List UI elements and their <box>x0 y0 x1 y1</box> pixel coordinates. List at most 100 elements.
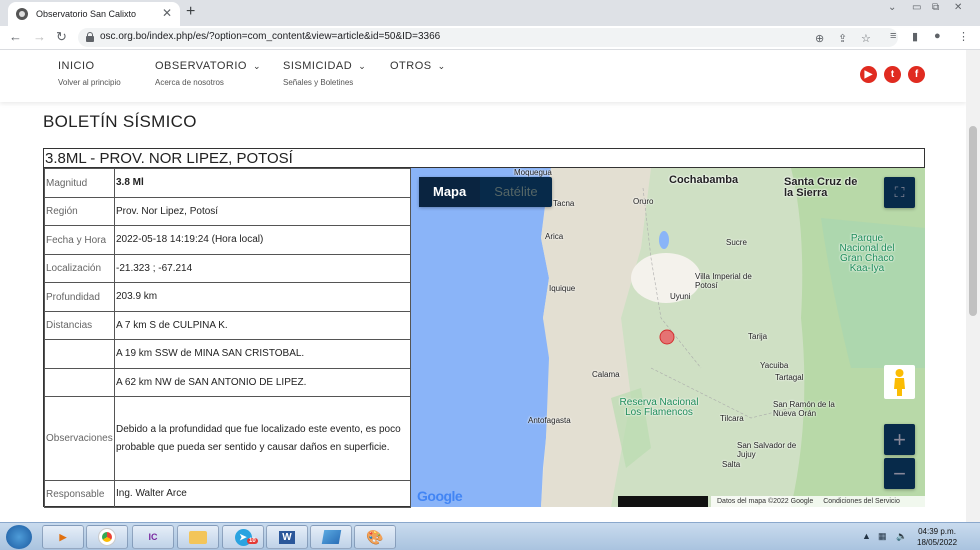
forward-icon[interactable]: → <box>33 29 46 44</box>
pegman-icon[interactable] <box>884 365 915 399</box>
app-icon[interactable] <box>310 525 352 549</box>
map-label: Calama <box>592 370 620 379</box>
satellite-type-button[interactable]: Satélite <box>480 177 551 207</box>
notification-badge: 10 <box>247 538 258 544</box>
map-label: Moquegua <box>514 168 552 177</box>
table-row: Profundidad 203.9 km <box>44 282 411 312</box>
row-key: Fecha y Hora <box>44 225 115 255</box>
map-label: Tacna <box>553 199 575 208</box>
row-value: Prov. Nor Lipez, Potosí <box>114 197 411 226</box>
map-terms-link[interactable]: Condiciones del Servicio <box>823 498 900 505</box>
zoom-out-button[interactable]: − <box>884 458 915 489</box>
scrollbar-thumb[interactable] <box>969 126 977 316</box>
reading-list-icon[interactable]: ≡ <box>890 30 896 42</box>
lock-icon <box>86 32 94 42</box>
tray-expand-icon[interactable]: ▲ <box>862 531 871 541</box>
close-tab-icon[interactable]: ✕ <box>162 6 172 20</box>
map-label: Uyuni <box>670 292 691 301</box>
nav-item-sismicidad[interactable]: SISMICIDAD ⌄ Señales y Boletines <box>283 60 366 87</box>
tab-search-icon[interactable]: ⌄ <box>888 2 896 13</box>
volume-icon[interactable]: 🔈 <box>896 531 907 542</box>
chevron-down-icon: ⌄ <box>358 61 367 71</box>
row-key <box>44 339 115 369</box>
minimize-icon[interactable]: ▭ <box>912 2 921 13</box>
url-input[interactable]: osc.org.bo/index.php/es/?option=com_cont… <box>78 28 898 47</box>
zoom-icon[interactable]: ⊕ <box>815 32 824 45</box>
row-value: A 7 km S de CULPINA K. <box>114 311 411 340</box>
row-value: Debido a la profundidad que fue localiza… <box>114 396 411 481</box>
table-row: Distancias A 7 km S de CULPINA K. <box>44 311 411 340</box>
map-type-control: Mapa Satélite <box>419 177 552 207</box>
chevron-down-icon: ⌄ <box>253 61 262 71</box>
map-label: San Ramón de la Nueva Orán <box>773 400 835 418</box>
chevron-down-icon: ⌄ <box>437 61 446 71</box>
word-icon-label: W <box>279 530 295 544</box>
map-label: Iquique <box>549 284 576 293</box>
close-window-icon[interactable]: ✕ <box>954 2 962 13</box>
map-label: Reserva Nacional Los Flamencos <box>619 397 699 418</box>
nav-item-subtitle: Volver al principio <box>58 78 121 87</box>
youtube-icon[interactable]: ▶ <box>860 66 877 83</box>
address-bar: ← → ↻ osc.org.bo/index.php/es/?option=co… <box>0 26 980 50</box>
media-player-icon[interactable]: ▶ <box>42 525 84 549</box>
telegram-icon[interactable]: ➤ 10 <box>222 525 264 549</box>
map-type-button[interactable]: Mapa <box>419 177 481 207</box>
system-clock[interactable]: 04:39 p.m. 18/05/2022 <box>917 526 957 548</box>
map-label: San Salvador de Jujuy <box>737 441 797 459</box>
site-favicon-icon <box>16 8 28 20</box>
table-row: Localización -21.323 ; -67.214 <box>44 254 411 283</box>
map-view[interactable]: Moquegua Cochabamba Santa Cruz de la Sie… <box>411 168 925 507</box>
salt-flat <box>631 253 701 303</box>
nav-item-observatorio[interactable]: OBSERVATORIO ⌄ Acerca de nosotros <box>155 60 261 87</box>
browser-tab-bar: Observatorio San Calixto ✕ + ⌄ ▭ ⧉ ✕ <box>0 0 980 26</box>
start-button[interactable] <box>6 525 32 549</box>
bookmark-star-icon[interactable]: ☆ <box>861 32 871 45</box>
profile-icon[interactable]: ● <box>934 30 941 42</box>
facebook-icon[interactable]: f <box>908 66 925 83</box>
fullscreen-icon[interactable]: ⛶ <box>884 177 915 208</box>
paint-icon[interactable]: 🎨 <box>354 525 396 549</box>
restore-icon[interactable]: ⧉ <box>932 2 939 13</box>
row-value: A 19 km SSW de MINA SAN CRISTOBAL. <box>114 339 411 369</box>
nav-item-label: INICIO <box>58 60 95 72</box>
url-text: osc.org.bo/index.php/es/?option=com_cont… <box>100 31 441 42</box>
side-panel-icon[interactable]: ▮ <box>912 30 918 43</box>
nav-item-label: OBSERVATORIO <box>155 60 247 72</box>
page-scrollbar[interactable] <box>966 50 980 522</box>
back-icon[interactable]: ← <box>9 29 22 44</box>
nav-item-subtitle: Acerca de nosotros <box>155 78 224 87</box>
menu-kebab-icon[interactable]: ⋮ <box>958 30 969 43</box>
word-icon[interactable]: W <box>266 525 308 549</box>
nav-item-otros[interactable]: OTROS ⌄ <box>390 60 446 72</box>
row-value: 203.9 km <box>114 282 411 312</box>
zoom-in-button[interactable]: + <box>884 424 915 455</box>
bulletin-heading: 3.8ML - PROV. NOR LIPEZ, POTOSÍ <box>44 149 924 168</box>
nav-item-inicio[interactable]: INICIO Volver al principio <box>58 60 121 87</box>
row-value: 3.8 Ml <box>114 168 411 198</box>
table-row: Responsable Ing. Walter Arce <box>44 480 411 508</box>
page-title: BOLETÍN SÍSMICO <box>43 112 197 131</box>
network-icon[interactable]: ▦ <box>878 531 887 542</box>
new-tab-icon[interactable]: + <box>186 3 195 21</box>
row-key: Localización <box>44 254 115 283</box>
tab-title: Observatorio San Calixto <box>36 9 137 19</box>
file-explorer-icon[interactable] <box>177 525 219 549</box>
page-viewport: INICIO Volver al principio OBSERVATORIO ⌄… <box>0 50 966 522</box>
row-key <box>44 368 115 397</box>
map-label: Antofagasta <box>528 416 571 425</box>
twitter-icon[interactable]: t <box>884 66 901 83</box>
chrome-icon[interactable] <box>86 525 128 549</box>
row-key: Región <box>44 197 115 226</box>
reload-icon[interactable]: ↻ <box>56 29 67 45</box>
map-label: Tartagal <box>775 373 804 382</box>
table-row: Región Prov. Nor Lipez, Potosí <box>44 197 411 226</box>
clock-time: 04:39 p.m. <box>918 527 956 536</box>
browser-tab[interactable]: Observatorio San Calixto ✕ <box>8 2 180 26</box>
map-label: Cochabamba <box>669 174 739 186</box>
row-key: Observaciones <box>44 396 115 481</box>
ocean-area <box>411 168 551 507</box>
map-copyright: Datos del mapa ©2022 Google <box>717 498 814 505</box>
bulletin-table: Magnitud 3.8 Ml Región Prov. Nor Lipez, Po… <box>44 168 411 508</box>
ic-app-icon[interactable]: IC <box>132 525 174 549</box>
share-icon[interactable]: ⇪ <box>838 32 847 45</box>
